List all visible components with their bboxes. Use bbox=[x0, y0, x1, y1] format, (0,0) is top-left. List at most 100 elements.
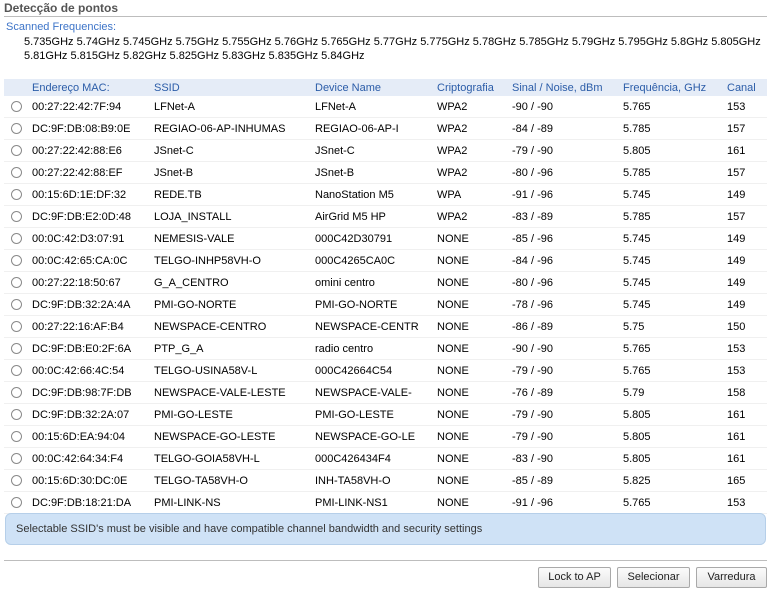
row-select-radio[interactable] bbox=[11, 189, 22, 201]
signal-noise-cell: -80 / -96 bbox=[512, 166, 553, 179]
table-row[interactable]: 00:15:6D:1E:DF:32 REDE.TB NanoStation M5 WP… bbox=[4, 184, 767, 206]
row-select-cell bbox=[4, 162, 32, 184]
table-row[interactable]: 00:0C:42:D3:07:91 NEMESIS-VALE 000C42D3079… bbox=[4, 228, 767, 250]
varredura-button[interactable]: Varredura bbox=[696, 567, 767, 588]
encryption-cell: NONE bbox=[437, 232, 469, 245]
row-select-radio[interactable] bbox=[11, 145, 22, 157]
device-name-cell: JSnet-C bbox=[315, 144, 355, 157]
mac-cell: 00:15:6D:30:DC:0E bbox=[32, 474, 128, 487]
ssid-cell: PMI-GO-NORTE bbox=[154, 298, 237, 311]
row-select-radio[interactable] bbox=[11, 343, 22, 355]
table-row[interactable]: 00:0C:42:66:4C:54 TELGO-USINA58V-L 000C426… bbox=[4, 360, 767, 382]
table-row[interactable]: DC:9F:DB:E2:0D:48 LOJA_INSTALL AirGrid M5 … bbox=[4, 206, 767, 228]
table-row[interactable]: 00:27:22:16:AF:B4 NEWSPACE-CENTRO NEWSPACE… bbox=[4, 316, 767, 338]
table-row[interactable]: 00:27:22:42:88:EF JSnet-B JSnet-B WPA2 -80 /… bbox=[4, 162, 767, 184]
encryption-cell: NONE bbox=[437, 452, 469, 465]
row-select-radio[interactable] bbox=[11, 167, 22, 179]
mac-cell: 00:0C:42:D3:07:91 bbox=[32, 232, 125, 245]
encryption-cell: NONE bbox=[437, 254, 469, 267]
row-select-cell bbox=[4, 492, 32, 514]
channel-cell: 165 bbox=[727, 474, 746, 487]
table-row[interactable]: 00:15:6D:30:DC:0E TELGO-TA58VH-O INH-TA58V… bbox=[4, 470, 767, 492]
selecionar-button[interactable]: Selecionar bbox=[617, 567, 690, 588]
row-select-cell bbox=[4, 404, 32, 426]
signal-noise-cell: -91 / -96 bbox=[512, 188, 553, 201]
channel-cell: 149 bbox=[727, 254, 746, 267]
channel-cell: 161 bbox=[727, 452, 746, 465]
encryption-cell: NONE bbox=[437, 430, 469, 443]
row-select-radio[interactable] bbox=[11, 277, 22, 289]
channel-cell: 153 bbox=[727, 496, 746, 509]
header-encryption: Criptografia bbox=[437, 79, 512, 96]
row-select-cell bbox=[4, 184, 32, 206]
table-row[interactable]: DC:9F:DB:18:21:DA PMI-LINK-NS PMI-LINK-NS1… bbox=[4, 492, 767, 514]
device-name-cell: NanoStation M5 bbox=[315, 188, 394, 201]
row-select-radio[interactable] bbox=[11, 255, 22, 267]
table-row[interactable]: 00:0C:42:64:34:F4 TELGO-GOIA58VH-L 000C426… bbox=[4, 448, 767, 470]
row-select-radio[interactable] bbox=[11, 365, 22, 377]
row-select-radio[interactable] bbox=[11, 431, 22, 443]
ssid-cell: LFNet-A bbox=[154, 100, 195, 113]
frequency-cell: 5.765 bbox=[623, 364, 651, 377]
table-row[interactable]: 00:27:22:18:50:67 G_A_CENTRO omini centro N… bbox=[4, 272, 767, 294]
channel-cell: 161 bbox=[727, 430, 746, 443]
table-row[interactable]: 00:0C:42:65:CA:0C TELGO-INHP58VH-O 000C426… bbox=[4, 250, 767, 272]
signal-noise-cell: -78 / -96 bbox=[512, 298, 553, 311]
encryption-cell: WPA2 bbox=[437, 100, 468, 113]
signal-noise-cell: -90 / -90 bbox=[512, 100, 553, 113]
table-row[interactable]: DC:9F:DB:32:2A:07 PMI-GO-LESTE PMI-GO-LEST… bbox=[4, 404, 767, 426]
ssid-cell: NEMESIS-VALE bbox=[154, 232, 235, 245]
row-select-radio[interactable] bbox=[11, 233, 22, 245]
row-select-cell bbox=[4, 338, 32, 360]
row-select-radio[interactable] bbox=[11, 299, 22, 311]
table-row[interactable]: 00:27:22:42:88:E6 JSnet-C JSnet-C WPA2 -79 /… bbox=[4, 140, 767, 162]
row-select-radio[interactable] bbox=[11, 101, 22, 113]
device-name-cell: AirGrid M5 HP bbox=[315, 210, 386, 223]
channel-cell: 157 bbox=[727, 210, 746, 223]
frequency-cell: 5.745 bbox=[623, 188, 651, 201]
header-device-name: Device Name bbox=[315, 79, 437, 96]
row-select-radio[interactable] bbox=[11, 453, 22, 465]
table-row[interactable]: 00:15:6D:EA:94:04 NEWSPACE-GO-LESTE NEWSPA… bbox=[4, 426, 767, 448]
notice-text: Selectable SSID's must be visible and ha… bbox=[16, 523, 483, 535]
row-select-cell bbox=[4, 426, 32, 448]
header-frequency: Frequência, GHz bbox=[623, 79, 727, 96]
row-select-radio[interactable] bbox=[11, 321, 22, 333]
row-select-radio[interactable] bbox=[11, 497, 22, 509]
mac-cell: DC:9F:DB:32:2A:4A bbox=[32, 298, 131, 311]
row-select-radio[interactable] bbox=[11, 123, 22, 135]
row-select-radio[interactable] bbox=[11, 387, 22, 399]
ssid-cell: JSnet-C bbox=[154, 144, 194, 157]
row-select-radio[interactable] bbox=[11, 409, 22, 421]
encryption-cell: NONE bbox=[437, 496, 469, 509]
device-name-cell: NEWSPACE-VALE- bbox=[315, 386, 412, 399]
channel-cell: 149 bbox=[727, 298, 746, 311]
device-name-cell: NEWSPACE-CENTR bbox=[315, 320, 419, 333]
ssid-cell: PTP_G_A bbox=[154, 342, 204, 355]
frequency-cell: 5.805 bbox=[623, 408, 651, 421]
signal-noise-cell: -80 / -96 bbox=[512, 276, 553, 289]
table-row[interactable]: DC:9F:DB:32:2A:4A PMI-GO-NORTE PMI-GO-NORT… bbox=[4, 294, 767, 316]
ssid-cell: TELGO-GOIA58VH-L bbox=[154, 452, 260, 465]
device-name-cell: REGIAO-06-AP-I bbox=[315, 122, 399, 135]
device-name-cell: 000C42664C54 bbox=[315, 364, 393, 377]
page-title: Detecção de pontos bbox=[4, 1, 119, 15]
signal-noise-cell: -85 / -89 bbox=[512, 474, 553, 487]
device-name-cell: INH-TA58VH-O bbox=[315, 474, 391, 487]
encryption-cell: WPA2 bbox=[437, 166, 468, 179]
row-select-radio[interactable] bbox=[11, 211, 22, 223]
device-name-cell: 000C4265CA0C bbox=[315, 254, 396, 267]
row-select-radio[interactable] bbox=[11, 475, 22, 487]
channel-cell: 157 bbox=[727, 122, 746, 135]
table-row[interactable]: 00:27:22:42:7F:94 LFNet-A LFNet-A WPA2 -90 /… bbox=[4, 96, 767, 118]
table-row[interactable]: DC:9F:DB:E0:2F:6A PTP_G_A radio centro NONE… bbox=[4, 338, 767, 360]
device-name-cell: LFNet-A bbox=[315, 100, 356, 113]
table-row[interactable]: DC:9F:DB:08:B9:0E REGIAO-06-AP-INHUMAS REG… bbox=[4, 118, 767, 140]
table-row[interactable]: DC:9F:DB:98:7F:DB NEWSPACE-VALE-LESTE NEWS… bbox=[4, 382, 767, 404]
channel-cell: 150 bbox=[727, 320, 746, 333]
ssid-cell: PMI-GO-LESTE bbox=[154, 408, 233, 421]
signal-noise-cell: -83 / -90 bbox=[512, 452, 553, 465]
lock-to-ap-button[interactable]: Lock to AP bbox=[538, 567, 611, 588]
channel-cell: 161 bbox=[727, 144, 746, 157]
signal-noise-cell: -79 / -90 bbox=[512, 364, 553, 377]
